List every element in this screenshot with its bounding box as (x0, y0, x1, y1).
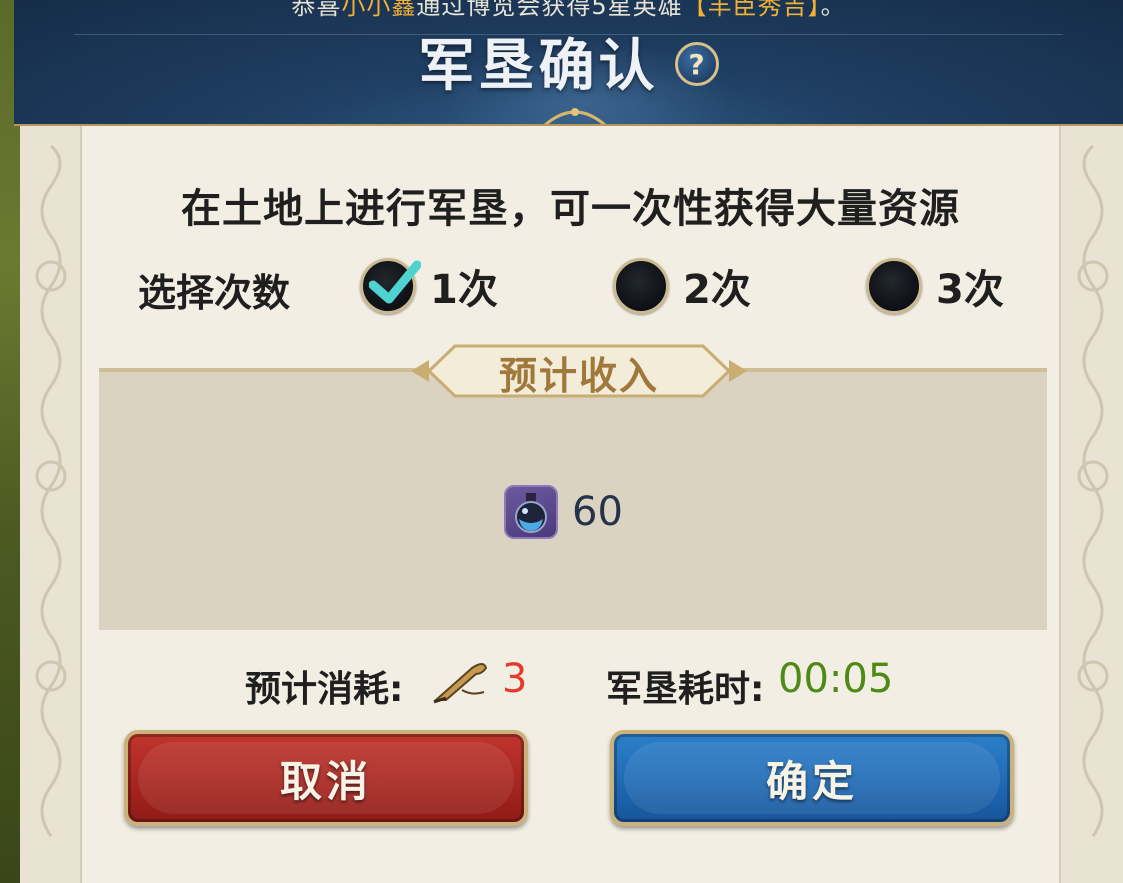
panel-border-left (20, 126, 82, 883)
description-text: 在土地上进行军垦，可一次性获得大量资源 (181, 186, 960, 232)
marquee-player: 小小鑫 (341, 0, 417, 20)
option-label: 1次 (430, 267, 498, 313)
marquee-hero: 【羊臣秀吉】 (682, 0, 821, 20)
marquee-suffix: 。 (820, 0, 846, 20)
reward-amount: 60 (572, 489, 623, 535)
radio-button[interactable] (360, 258, 421, 314)
radio-button[interactable] (866, 258, 922, 314)
select-count-label: 选择次数 (138, 271, 291, 315)
income-panel: 预计收入 60 (99, 344, 1047, 630)
scroll-ornament-icon (1077, 144, 1109, 837)
cost-label: 预计消耗: (245, 669, 404, 710)
time-value: 00:05 (778, 656, 894, 702)
option-1-times[interactable]: 1次 (360, 256, 498, 316)
option-2-times[interactable]: 2次 (613, 256, 751, 316)
scroll-ornament-icon (35, 144, 67, 837)
income-title: 预计收入 (498, 353, 659, 398)
option-label: 3次 (936, 267, 1004, 313)
checkmark-icon (369, 260, 421, 304)
option-label: 2次 (683, 267, 751, 313)
help-button[interactable]: ? (674, 42, 719, 86)
count-selector: 选择次数 1次 2次 3次 (138, 256, 1038, 316)
help-icon: ? (688, 47, 705, 81)
cancel-button[interactable]: 取消 (124, 730, 528, 826)
dialog-title: 军垦确认 (418, 33, 659, 99)
marquee-prefix: 恭喜 (291, 0, 342, 20)
header-ornament-icon (544, 108, 606, 124)
reward-item: 60 (504, 485, 623, 539)
cancel-button-label: 取消 (279, 756, 372, 806)
game-background-left (0, 0, 22, 883)
option-3-times[interactable]: 3次 (866, 256, 1004, 316)
time-label: 军垦耗时: (606, 669, 765, 710)
dialog-header: 恭喜小小鑫通过博览会获得5星英雄【羊臣秀吉】。 军垦确认 ? (14, 0, 1123, 126)
panel-border-right (1059, 126, 1123, 883)
marquee-middle: 通过博览会获得5星英雄 (416, 0, 683, 20)
cost-value: 3 (502, 656, 528, 702)
confirm-button[interactable]: 确定 (610, 730, 1014, 826)
quill-icon (433, 663, 488, 704)
potion-icon (504, 485, 558, 539)
confirm-button-label: 确定 (765, 756, 858, 806)
radio-button[interactable] (613, 258, 669, 314)
cost-row: 预计消耗: 3 军垦耗时: 00:05 (82, 654, 1059, 714)
broadcast-marquee: 恭喜小小鑫通过博览会获得5星英雄【羊臣秀吉】。 (14, 0, 1123, 20)
dialog-content: 在土地上进行军垦，可一次性获得大量资源 选择次数 1次 2次 3次 预计收入 6… (82, 126, 1059, 883)
